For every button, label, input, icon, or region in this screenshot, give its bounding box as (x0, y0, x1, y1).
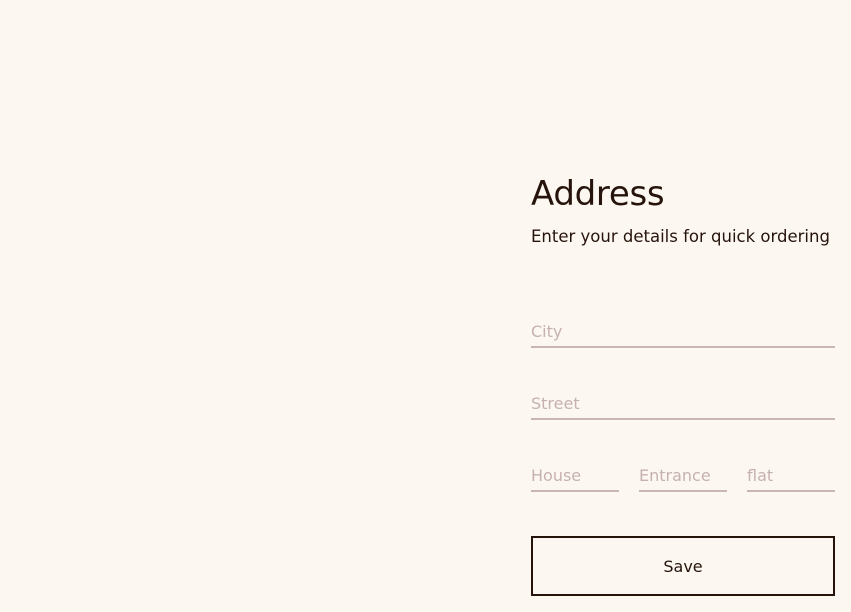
address-form: Address Enter your details for quick ord… (531, 172, 835, 596)
save-button[interactable]: Save (531, 536, 835, 596)
page-subtitle: Enter your details for quick ordering (531, 227, 830, 246)
city-input[interactable] (531, 316, 835, 348)
page: { "address_form": { "title": "Address", … (0, 0, 851, 612)
page-title: Address (531, 174, 665, 214)
entrance-input[interactable] (639, 460, 727, 492)
street-input[interactable] (531, 388, 835, 420)
house-input[interactable] (531, 460, 619, 492)
flat-input[interactable] (747, 460, 835, 492)
